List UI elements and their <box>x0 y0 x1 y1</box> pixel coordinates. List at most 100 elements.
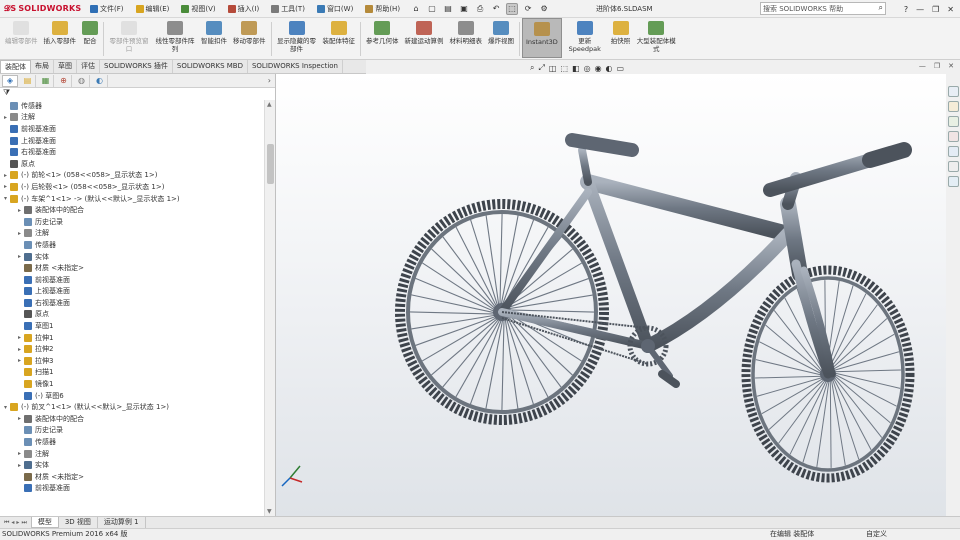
minimize-doc-icon[interactable]: — <box>919 62 926 70</box>
tree-node[interactable]: ▸ 拉伸1 <box>0 332 264 344</box>
tree-node[interactable]: 传感器 <box>0 239 264 251</box>
command-bom[interactable]: 材料明细表 <box>447 18 486 45</box>
tree-node[interactable]: 原点 <box>0 158 264 170</box>
expand-toggle-icon[interactable]: ▸ <box>2 183 9 190</box>
tree-node[interactable]: 上视基准面 <box>0 135 264 147</box>
expand-toggle-icon[interactable]: ▸ <box>16 450 23 457</box>
expand-toggle-icon[interactable]: ▸ <box>2 114 9 121</box>
command-snapshot[interactable]: 拍快照 <box>608 18 634 45</box>
tree-node[interactable]: 右视基准面 <box>0 146 264 158</box>
last-tab-icon[interactable]: ⏭ <box>21 519 26 527</box>
menu-item-6[interactable]: 帮助(H) <box>359 0 406 18</box>
filter-icon[interactable]: ⧩ <box>0 88 275 100</box>
solidworks-forum-icon[interactable] <box>947 176 959 187</box>
custom-properties-icon[interactable] <box>947 161 959 172</box>
command-mate[interactable]: 配合 <box>79 18 101 45</box>
expand-toggle-icon[interactable]: ▸ <box>16 253 23 260</box>
display-manager-icon[interactable]: ◍ <box>74 74 90 87</box>
feature-manager-icon[interactable]: ◈ <box>2 74 18 87</box>
graphics-area[interactable] <box>276 74 946 516</box>
tab-6[interactable]: SOLIDWORKS Inspection <box>248 60 343 73</box>
tree-node[interactable]: ▸ 注解 <box>0 112 264 124</box>
undo-icon[interactable]: ↶ <box>490 3 502 15</box>
command-insert-component[interactable]: 插入零部件 <box>41 18 80 45</box>
tree-node[interactable]: 历史记录 <box>0 425 264 437</box>
tree-node[interactable]: 材质 <未指定> <box>0 262 264 274</box>
tree-node[interactable]: ▾ (-) 前叉^1<1> (默认<<默认>_显示状态 1>) <box>0 401 264 413</box>
scroll-down-icon[interactable]: ▼ <box>267 508 272 515</box>
command-show-hidden[interactable]: 显示隐藏的零部件 <box>274 18 320 53</box>
tree-node[interactable]: ▸ 实体 <box>0 459 264 471</box>
menu-item-3[interactable]: 插入(I) <box>222 0 266 18</box>
command-instant3d[interactable]: Instant3D <box>522 18 562 58</box>
select-icon[interactable]: ⬚ <box>506 2 519 15</box>
view-palette-icon[interactable] <box>947 131 959 142</box>
command-move-component[interactable]: 移动零部件 <box>230 18 269 45</box>
design-library-icon[interactable] <box>947 101 959 112</box>
command-preview-window[interactable]: 零部件预览窗口 <box>106 18 152 53</box>
expand-toggle-icon[interactable]: ▸ <box>16 230 23 237</box>
tree-node[interactable]: ▾ (-) 车架^1<1> -> (默认<<默认>_显示状态 1>) <box>0 193 264 205</box>
resources-icon[interactable] <box>947 86 959 97</box>
tab-1[interactable]: 布局 <box>31 60 54 73</box>
close-doc-icon[interactable]: ✕ <box>948 62 954 70</box>
next-tab-icon[interactable]: ▸ <box>16 519 19 527</box>
search-view-icon[interactable]: ⌕ <box>530 63 534 73</box>
tree-node[interactable]: 前视基准面 <box>0 123 264 135</box>
command-pattern[interactable]: 线性零部件阵列 <box>152 18 198 53</box>
close-button[interactable]: ✕ <box>947 5 954 14</box>
tree-node[interactable]: ▸ (-) 前轮<1> (058<<058>_显示状态 1>) <box>0 170 264 182</box>
tree-node[interactable]: 材质 <未指定> <box>0 471 264 483</box>
new-icon[interactable]: ▢ <box>426 3 438 15</box>
tree-node[interactable]: 原点 <box>0 309 264 321</box>
status-units[interactable]: 自定义 <box>866 529 887 540</box>
tab-5[interactable]: SOLIDWORKS MBD <box>173 60 248 73</box>
expand-toggle-icon[interactable]: ▸ <box>16 207 23 214</box>
open-icon[interactable]: ▤ <box>442 3 454 15</box>
command-reference-geometry[interactable]: 参考几何体 <box>363 18 402 45</box>
tab-3[interactable]: 评估 <box>77 60 100 73</box>
command-large-assembly[interactable]: 大型装配体模式 <box>633 18 679 53</box>
tree-node[interactable]: 前视基准面 <box>0 483 264 495</box>
solidworks-logo[interactable]: 𝓓S SOLIDWORKS <box>0 4 84 14</box>
expand-toggle-icon[interactable]: ▸ <box>2 172 9 179</box>
help-search-input[interactable]: 搜索 SOLIDWORKS 帮助 ⌕ <box>760 2 886 15</box>
display-style-icon[interactable]: ◧ <box>572 64 580 73</box>
expand-toggle-icon[interactable]: ▾ <box>2 404 9 411</box>
menu-item-5[interactable]: 窗口(W) <box>311 0 359 18</box>
command-assembly-feature[interactable]: 装配体特征 <box>320 18 359 45</box>
view-orientation-icon[interactable]: ⬚ <box>560 64 568 73</box>
menu-item-0[interactable]: 文件(F) <box>84 0 130 18</box>
menu-item-2[interactable]: 视图(V) <box>175 0 221 18</box>
tree-node[interactable]: 传感器 <box>0 436 264 448</box>
scroll-up-icon[interactable]: ▲ <box>267 101 272 108</box>
menu-item-4[interactable]: 工具(T) <box>265 0 311 18</box>
search-icon[interactable]: ⌕ <box>879 3 883 13</box>
tree-node[interactable]: 传感器 <box>0 100 264 112</box>
expand-toggle-icon[interactable]: ▸ <box>16 346 23 353</box>
minimize-button[interactable]: — <box>916 5 924 14</box>
tree-node[interactable]: 上视基准面 <box>0 286 264 298</box>
bottom-tab-2[interactable]: 运动算例 1 <box>98 517 146 528</box>
save-icon[interactable]: ▣ <box>458 3 470 15</box>
section-view-icon[interactable]: ◫ <box>549 64 557 73</box>
dimxpert-icon[interactable]: ⊕ <box>56 74 72 87</box>
first-tab-icon[interactable]: ⏮ <box>4 519 9 527</box>
hide-show-icon[interactable]: ◎ <box>584 64 591 73</box>
restore-button[interactable]: ❐ <box>932 5 939 14</box>
bottom-tab-1[interactable]: 3D 视图 <box>59 517 98 528</box>
menu-item-1[interactable]: 编辑(E) <box>130 0 176 18</box>
tree-node[interactable]: ▸ 实体 <box>0 251 264 263</box>
tree-node[interactable]: ▸ 拉伸2 <box>0 343 264 355</box>
tree-node[interactable]: 扫描1 <box>0 367 264 379</box>
tree-node[interactable]: ▸ 拉伸3 <box>0 355 264 367</box>
prev-tab-icon[interactable]: ◂ <box>11 519 14 527</box>
zoom-fit-icon[interactable]: ⤢ <box>538 63 544 73</box>
appearances-icon[interactable] <box>947 146 959 157</box>
bottom-tab-0[interactable]: 模型 <box>30 517 59 528</box>
rebuild-icon[interactable]: ⟳ <box>522 3 534 15</box>
command-edit-component[interactable]: 编辑零部件 <box>2 18 41 45</box>
command-smart-fastener[interactable]: 智能扣件 <box>198 18 230 45</box>
restore-doc-icon[interactable]: ❐ <box>934 62 940 70</box>
tree-node[interactable]: 草图1 <box>0 320 264 332</box>
